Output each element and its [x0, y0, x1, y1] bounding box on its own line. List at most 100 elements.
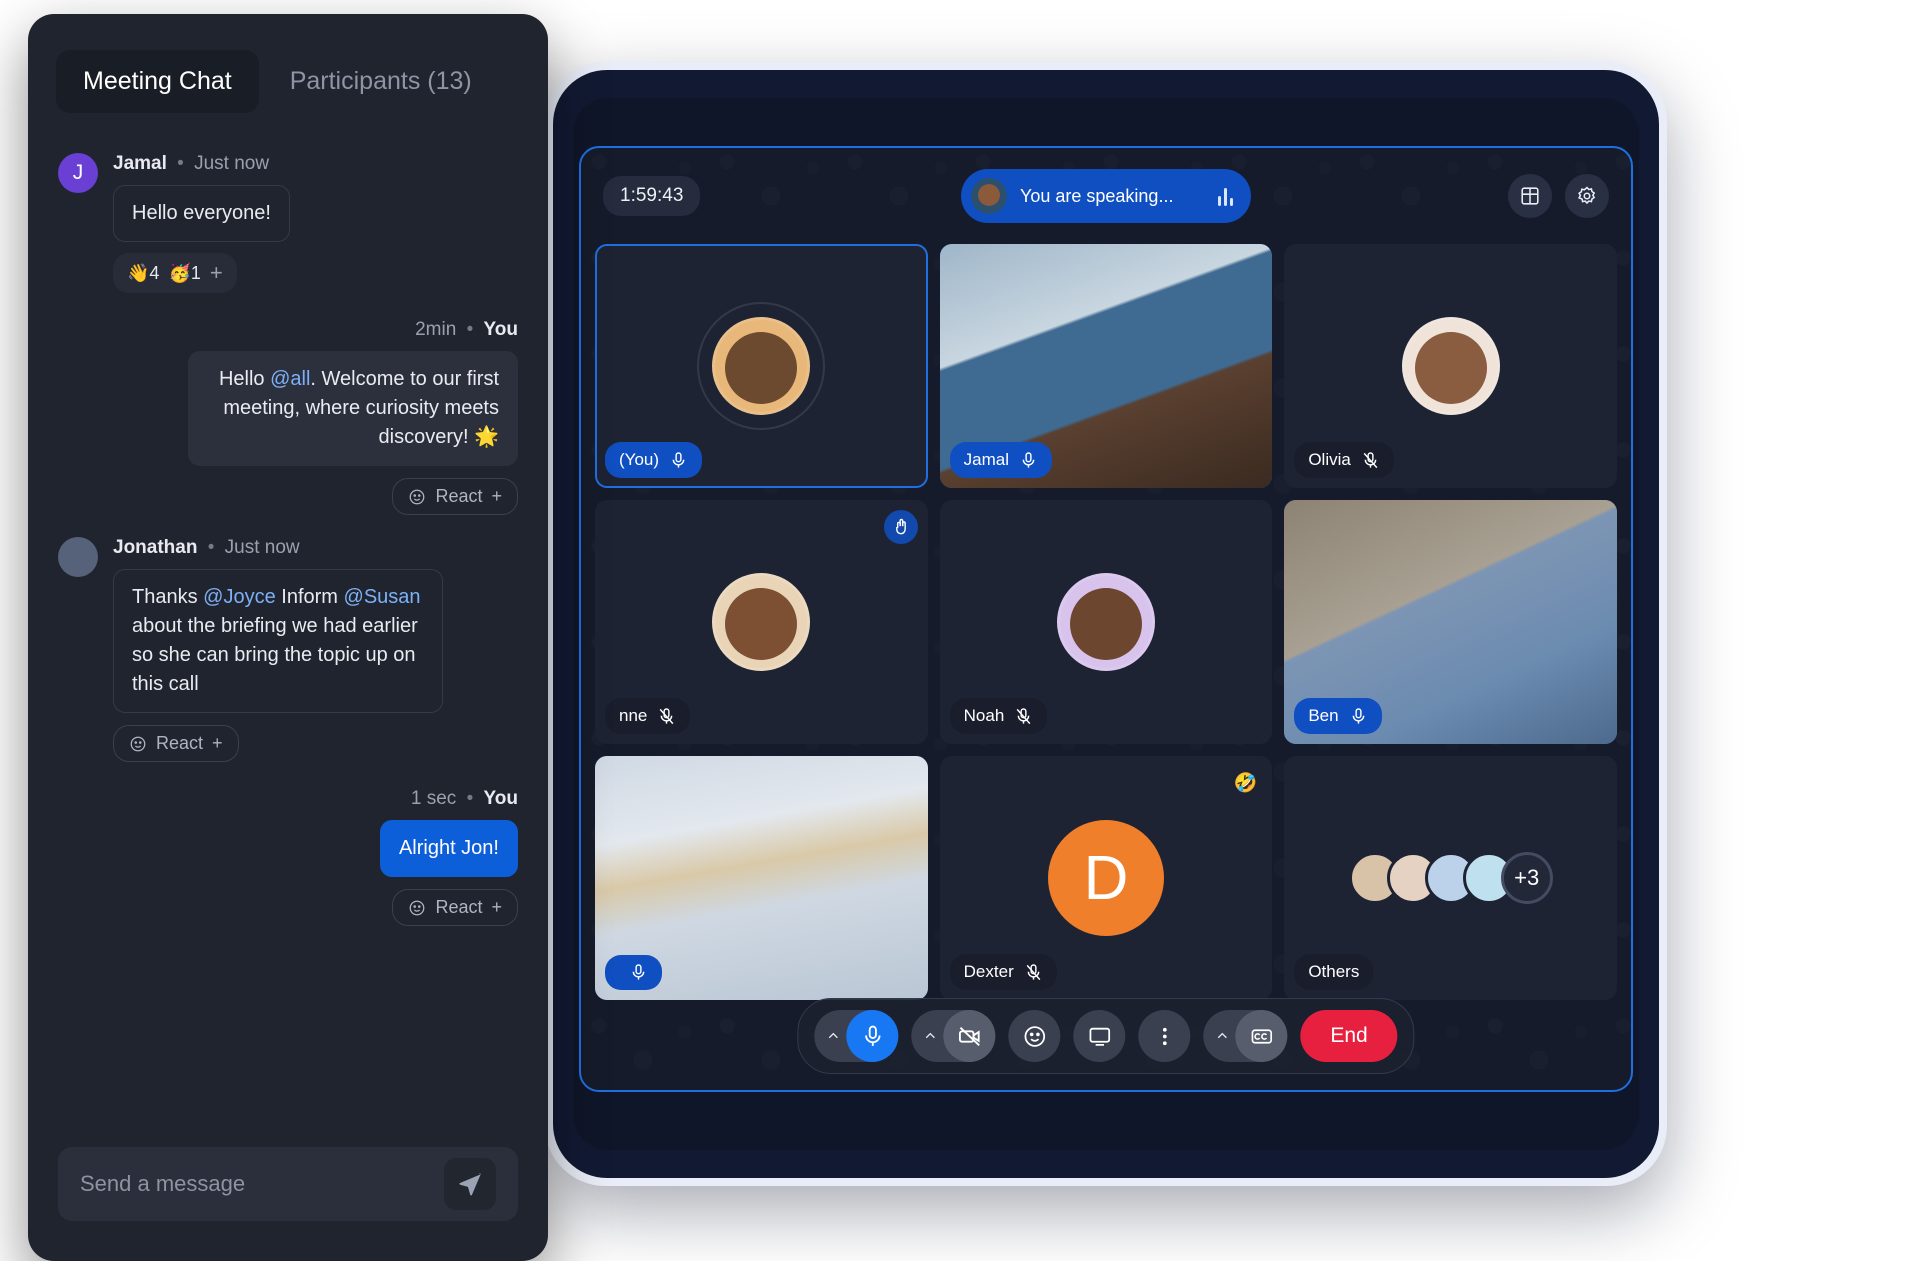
settings-button[interactable] — [1565, 174, 1609, 218]
name-badge: (You) — [605, 442, 703, 478]
video-tile-anne[interactable]: nne — [595, 500, 928, 744]
participant-name: Ben — [1308, 706, 1339, 725]
video-tile-jamal[interactable]: Jamal — [939, 244, 1273, 488]
message-header: 1 sec • You — [58, 788, 518, 810]
microphone-button[interactable] — [846, 1010, 899, 1062]
screen-share-icon — [1089, 1027, 1110, 1046]
meeting-app-window: 1:59:43 You are speaking... (You) Jamal … — [579, 146, 1633, 1092]
end-call-button[interactable]: End — [1300, 1010, 1398, 1062]
camera-button[interactable] — [943, 1010, 996, 1062]
grid-layout-icon — [1521, 187, 1539, 205]
message-bubble: Hello everyone! — [113, 185, 290, 242]
camera-control-group — [911, 1010, 996, 1062]
meeting-timer: 1:59:43 — [603, 176, 701, 216]
video-tile-noah[interactable]: Noah — [939, 500, 1273, 744]
meeting-chat-panel: Meeting Chat Participants (13) J Jamal •… — [28, 14, 548, 1261]
react-button[interactable]: React + — [392, 478, 518, 515]
captions-options-caret-icon[interactable] — [1209, 1029, 1235, 1043]
tab-meeting-chat[interactable]: Meeting Chat — [56, 50, 259, 113]
separator-dot: • — [207, 537, 215, 558]
add-reaction-icon[interactable]: + — [210, 260, 223, 286]
video-tile-others[interactable]: +3 Others — [1284, 756, 1617, 1000]
meeting-controls: End — [797, 998, 1415, 1074]
participant-name: Olivia — [1308, 450, 1351, 469]
separator-dot: • — [466, 788, 474, 809]
camera-options-caret-icon[interactable] — [917, 1029, 943, 1043]
message-text: Hello — [218, 368, 271, 390]
add-reaction-icon: + — [491, 486, 502, 506]
mic-off-icon — [660, 707, 674, 724]
video-tile-unnamed[interactable] — [595, 756, 928, 1000]
more-vertical-icon — [1162, 1027, 1167, 1045]
meeting-topbar: 1:59:43 You are speaking... — [581, 148, 1631, 244]
participant-name: Dexter — [963, 962, 1014, 981]
chat-message-list: J Jamal • Just now Hello everyone! 👋4 🥳1… — [28, 121, 548, 1147]
mic-icon — [632, 964, 645, 980]
gear-icon — [1578, 186, 1596, 205]
avatar-initial: D — [1047, 820, 1164, 936]
message-sender: Jonathan — [113, 537, 198, 558]
message-reactions[interactable]: 👋4 🥳1 + — [113, 253, 237, 293]
emoji-icon — [1024, 1025, 1045, 1047]
camera-off-icon — [958, 1026, 980, 1046]
speaking-avatar — [971, 178, 1007, 214]
mic-off-icon — [1363, 451, 1378, 468]
avatar — [58, 537, 98, 577]
react-label: React — [435, 486, 483, 506]
mic-options-caret-icon[interactable] — [820, 1029, 846, 1043]
reaction-emoji: 🤣 — [1233, 773, 1258, 794]
video-tile-olivia[interactable]: Olivia — [1284, 244, 1617, 488]
chat-tabs: Meeting Chat Participants (13) — [28, 14, 548, 121]
avatar — [1056, 573, 1155, 671]
react-label: React — [156, 733, 204, 753]
reactions-button[interactable] — [1008, 1010, 1061, 1062]
more-options-button[interactable] — [1138, 1010, 1191, 1062]
separator-dot: • — [466, 319, 474, 340]
tab-participants[interactable]: Participants (13) — [263, 50, 499, 113]
captions-button[interactable] — [1235, 1010, 1288, 1062]
participant-name: (You) — [619, 450, 660, 469]
video-tile-dexter[interactable]: D 🤣 Dexter — [939, 756, 1273, 1000]
add-reaction-icon: + — [491, 897, 502, 917]
chat-message: 2min • You Hello @all. Welcome to our fi… — [58, 319, 518, 515]
mention-all[interactable]: @all — [270, 368, 310, 390]
participant-name: Noah — [963, 706, 1005, 725]
send-icon — [459, 1173, 481, 1196]
video-tile-ben[interactable]: Ben — [1284, 500, 1617, 744]
captions-control-group — [1203, 1010, 1288, 1062]
reaction-wave: 👋4 — [127, 262, 160, 283]
mention-susan[interactable]: @Susan — [344, 586, 421, 608]
message-header: 2min • You — [58, 319, 518, 341]
message-bubble: Hello @all. Welcome to our first meeting… — [188, 351, 518, 466]
device-screen: 1:59:43 You are speaking... (You) Jamal … — [573, 98, 1639, 1150]
add-reaction-icon: + — [212, 733, 223, 753]
speaking-indicator: You are speaking... — [961, 169, 1251, 223]
microphone-control-group — [814, 1010, 899, 1062]
react-button[interactable]: React + — [113, 725, 239, 762]
mic-icon — [1022, 451, 1035, 468]
raise-hand-icon — [883, 510, 918, 544]
share-screen-button[interactable] — [1073, 1010, 1126, 1062]
message-sender: You — [483, 319, 518, 340]
participant-name: Others — [1308, 962, 1360, 981]
send-button[interactable] — [444, 1158, 496, 1210]
layout-button[interactable] — [1508, 174, 1552, 218]
message-input[interactable] — [80, 1171, 444, 1197]
message-text: about the briefing we had earlier so she… — [132, 615, 418, 695]
name-badge: Dexter — [949, 954, 1057, 990]
chat-composer — [28, 1147, 548, 1261]
mic-off-icon — [1026, 963, 1041, 980]
emoji-icon — [130, 736, 146, 751]
video-tile-you[interactable]: (You) — [595, 244, 928, 488]
emoji-icon — [410, 489, 425, 504]
closed-captions-icon — [1251, 1028, 1272, 1044]
mention-joyce[interactable]: @Joyce — [203, 586, 276, 608]
message-header: Jamal • Just now — [113, 153, 518, 175]
react-button[interactable]: React + — [392, 889, 518, 926]
message-time: Just now — [224, 537, 300, 558]
composer-box — [58, 1147, 518, 1221]
tablet-device-frame: 1:59:43 You are speaking... (You) Jamal … — [545, 62, 1667, 1186]
name-badge: Ben — [1294, 698, 1382, 734]
react-label: React — [435, 897, 483, 917]
device-bezel: 1:59:43 You are speaking... (You) Jamal … — [553, 70, 1659, 1178]
